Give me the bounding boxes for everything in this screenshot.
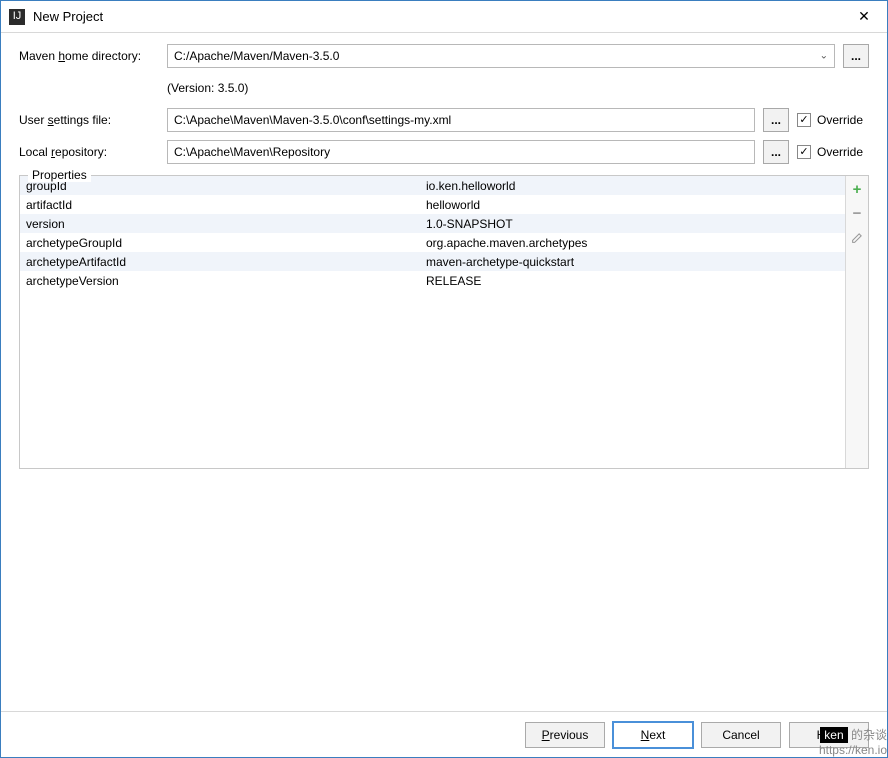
maven-home-combo[interactable]: C:/Apache/Maven/Maven-3.5.0 ⌄: [167, 44, 835, 68]
dialog-content: Maven home directory: C:/Apache/Maven/Ma…: [1, 33, 887, 711]
property-row[interactable]: archetypeVersionRELEASE: [20, 271, 845, 290]
cancel-button[interactable]: Cancel: [701, 722, 781, 748]
property-value: org.apache.maven.archetypes: [426, 236, 839, 250]
row-maven-version: (Version: 3.5.0): [19, 75, 869, 101]
local-repo-value: C:\Apache\Maven\Repository: [174, 145, 330, 159]
checkbox-checked-icon: ✓: [797, 145, 811, 159]
row-local-repo: Local repository: C:\Apache\Maven\Reposi…: [19, 139, 869, 165]
property-value: RELEASE: [426, 274, 839, 288]
properties-fieldset: Properties groupIdio.ken.helloworldartif…: [19, 175, 869, 469]
properties-table[interactable]: groupIdio.ken.helloworldartifactIdhellow…: [20, 176, 846, 468]
property-row[interactable]: archetypeArtifactIdmaven-archetype-quick…: [20, 252, 845, 271]
maven-home-value: C:/Apache/Maven/Maven-3.5.0: [174, 49, 339, 63]
add-icon[interactable]: +: [848, 180, 866, 198]
property-value: 1.0-SNAPSHOT: [426, 217, 839, 231]
help-button[interactable]: Help: [789, 722, 869, 748]
override-label: Override: [817, 113, 863, 127]
row-user-settings: User settings file: C:\Apache\Maven\Mave…: [19, 107, 869, 133]
previous-button[interactable]: Previous: [525, 722, 605, 748]
property-row[interactable]: archetypeGroupIdorg.apache.maven.archety…: [20, 233, 845, 252]
user-settings-input[interactable]: C:\Apache\Maven\Maven-3.5.0\conf\setting…: [167, 108, 755, 132]
user-settings-browse-button[interactable]: ...: [763, 108, 789, 132]
chevron-down-icon: ⌄: [820, 51, 828, 62]
user-settings-value: C:\Apache\Maven\Maven-3.5.0\conf\setting…: [174, 113, 451, 127]
edit-icon[interactable]: [848, 228, 866, 246]
property-row[interactable]: version1.0-SNAPSHOT: [20, 214, 845, 233]
property-value: helloworld: [426, 198, 839, 212]
app-icon: IJ: [9, 9, 25, 25]
label-local-repo: Local repository:: [19, 145, 159, 159]
maven-home-browse-button[interactable]: ...: [843, 44, 869, 68]
properties-toolbar: + −: [846, 176, 868, 468]
titlebar: IJ New Project ✕: [1, 1, 887, 33]
label-maven-home: Maven home directory:: [19, 49, 159, 63]
property-key: artifactId: [26, 198, 426, 212]
properties-legend: Properties: [28, 168, 91, 182]
local-repo-browse-button[interactable]: ...: [763, 140, 789, 164]
property-key: archetypeArtifactId: [26, 255, 426, 269]
property-row[interactable]: artifactIdhelloworld: [20, 195, 845, 214]
local-repo-input[interactable]: C:\Apache\Maven\Repository: [167, 140, 755, 164]
property-key: archetypeVersion: [26, 274, 426, 288]
property-key: archetypeGroupId: [26, 236, 426, 250]
next-button[interactable]: Next: [613, 722, 693, 748]
checkbox-checked-icon: ✓: [797, 113, 811, 127]
close-button[interactable]: ✕: [841, 1, 887, 33]
override-label: Override: [817, 145, 863, 159]
property-value: io.ken.helloworld: [426, 179, 839, 193]
override-repo-checkbox[interactable]: ✓ Override: [797, 145, 869, 159]
dialog-footer: Previous Next Cancel Help ken 的杂谈 https:…: [1, 711, 887, 757]
override-settings-checkbox[interactable]: ✓ Override: [797, 113, 869, 127]
dialog-window: IJ New Project ✕ Maven home directory: C…: [0, 0, 888, 758]
row-maven-home: Maven home directory: C:/Apache/Maven/Ma…: [19, 43, 869, 69]
property-value: maven-archetype-quickstart: [426, 255, 839, 269]
property-key: version: [26, 217, 426, 231]
property-row[interactable]: groupIdio.ken.helloworld: [20, 176, 845, 195]
label-user-settings: User settings file:: [19, 113, 159, 127]
remove-icon[interactable]: −: [848, 204, 866, 222]
window-title: New Project: [33, 9, 103, 24]
maven-version-text: (Version: 3.5.0): [167, 81, 248, 95]
